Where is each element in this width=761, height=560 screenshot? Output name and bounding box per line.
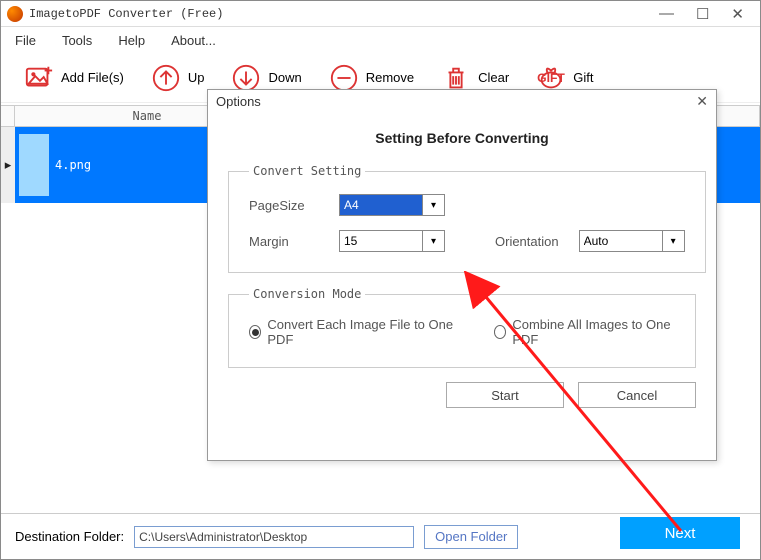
thumbnail — [19, 134, 49, 196]
remove-label: Remove — [366, 70, 414, 85]
down-label: Down — [268, 70, 301, 85]
conversion-mode-group: Conversion Mode Convert Each Image File … — [228, 287, 696, 368]
menu-file[interactable]: File — [15, 33, 36, 48]
next-button[interactable]: Next — [620, 517, 740, 549]
pagesize-combo[interactable]: ▾ — [339, 194, 445, 216]
chevron-down-icon[interactable]: ▾ — [662, 231, 684, 251]
dialog-titlebar: Options ✕ — [208, 90, 716, 112]
up-label: Up — [188, 70, 205, 85]
destination-label: Destination Folder: — [15, 529, 124, 544]
dialog-close-icon[interactable]: ✕ — [696, 93, 708, 110]
dialog-title: Options — [216, 94, 261, 109]
options-dialog: Options ✕ Setting Before Converting Conv… — [207, 89, 717, 461]
maximize-icon[interactable]: ☐ — [696, 5, 709, 23]
add-file-button[interactable]: Add File(s) — [13, 58, 134, 98]
start-button[interactable]: Start — [446, 382, 564, 408]
convert-setting-group: Convert Setting PageSize ▾ Margin ▾ Orie… — [228, 164, 706, 273]
file-name: 4.png — [53, 158, 91, 172]
up-icon — [150, 62, 182, 94]
up-button[interactable]: Up — [140, 58, 215, 98]
mode-combine-label: Combine All Images to One PDF — [512, 317, 675, 347]
orientation-combo[interactable]: ▾ — [579, 230, 685, 252]
orientation-input[interactable] — [580, 231, 662, 251]
pagesize-input[interactable] — [340, 195, 422, 215]
mode-combine-radio[interactable]: Combine All Images to One PDF — [494, 317, 675, 347]
svg-text:GIFT: GIFT — [537, 70, 565, 84]
cancel-button[interactable]: Cancel — [578, 382, 696, 408]
close-icon[interactable]: ✕ — [731, 5, 744, 23]
margin-input[interactable] — [340, 231, 422, 251]
convert-setting-legend: Convert Setting — [249, 164, 365, 178]
titlebar: ImagetoPDF Converter (Free) — ☐ ✕ — [1, 1, 760, 27]
radio-icon — [249, 325, 261, 339]
menu-tools[interactable]: Tools — [62, 33, 92, 48]
clear-label: Clear — [478, 70, 509, 85]
conversion-mode-legend: Conversion Mode — [249, 287, 365, 301]
mode-each-radio[interactable]: Convert Each Image File to One PDF — [249, 317, 454, 347]
window-controls: — ☐ ✕ — [659, 5, 754, 23]
menu-help[interactable]: Help — [118, 33, 145, 48]
radio-icon — [494, 325, 506, 339]
add-file-label: Add File(s) — [61, 70, 124, 85]
add-file-icon — [23, 62, 55, 94]
margin-combo[interactable]: ▾ — [339, 230, 445, 252]
main-window: ImagetoPDF Converter (Free) — ☐ ✕ File T… — [0, 0, 761, 560]
gift-label: Gift — [573, 70, 593, 85]
app-icon — [7, 6, 23, 22]
chevron-down-icon[interactable]: ▾ — [422, 195, 444, 215]
orientation-label: Orientation — [495, 234, 559, 249]
app-title: ImagetoPDF Converter (Free) — [29, 7, 223, 21]
row-indicator-icon: ▸ — [1, 127, 15, 203]
menu-about[interactable]: About... — [171, 33, 216, 48]
menubar: File Tools Help About... — [1, 27, 760, 53]
minimize-icon[interactable]: — — [659, 5, 674, 23]
dialog-heading: Setting Before Converting — [228, 130, 696, 146]
pagesize-label: PageSize — [249, 198, 319, 213]
open-folder-button[interactable]: Open Folder — [424, 525, 518, 549]
destination-input[interactable] — [134, 526, 414, 548]
chevron-down-icon[interactable]: ▾ — [422, 231, 444, 251]
mode-each-label: Convert Each Image File to One PDF — [267, 317, 454, 347]
margin-label: Margin — [249, 234, 319, 249]
